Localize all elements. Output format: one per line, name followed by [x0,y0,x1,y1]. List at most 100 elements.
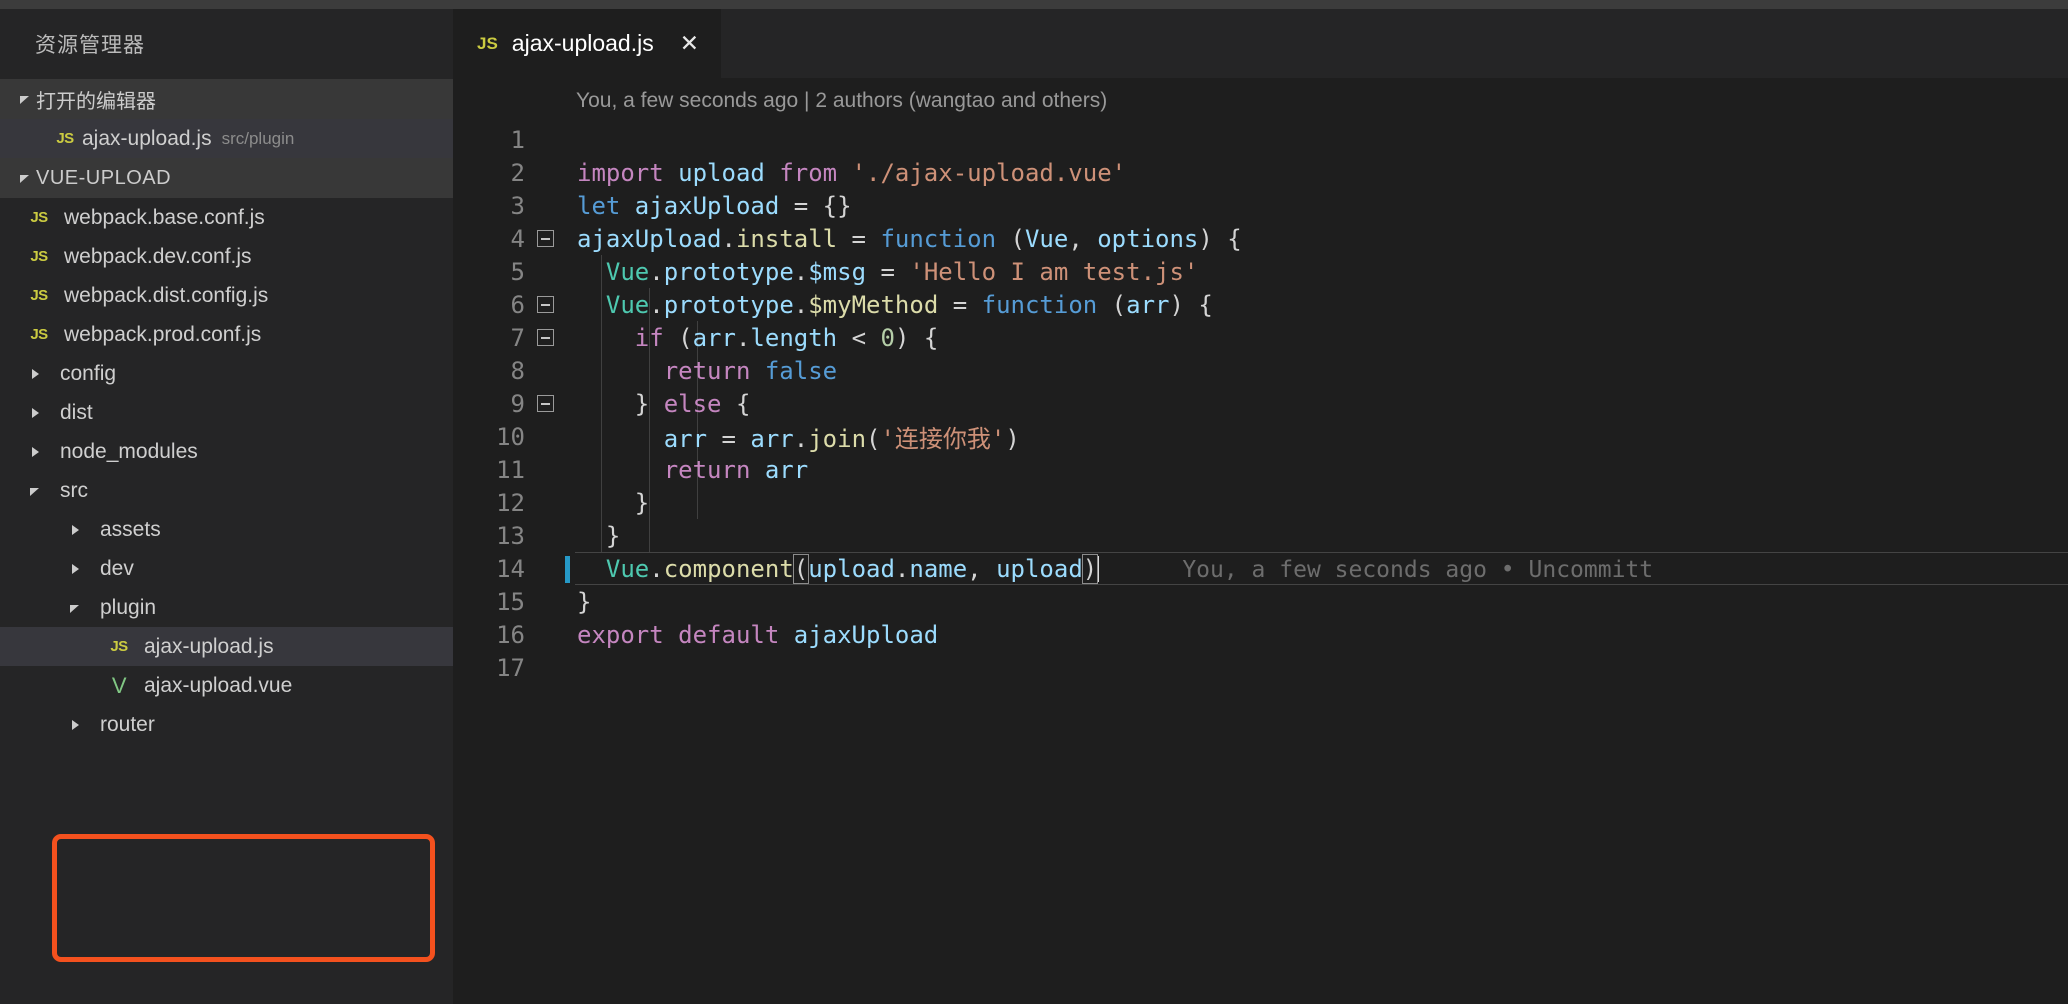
tree-folder-src[interactable]: src [0,471,453,510]
open-editor-item-ajax-upload-js[interactable]: JS ajax-upload.js src/plugin [0,119,453,158]
js-file-icon: JS [102,638,136,655]
token [577,258,606,286]
js-file-icon: JS [22,326,56,343]
code-text: let ajaxUpload = {} [565,192,852,220]
fold-collapse-icon[interactable] [537,329,554,346]
code-line-3[interactable]: 3let ajaxUpload = {} [453,189,2068,222]
token: Vue [606,291,649,319]
code-line-10[interactable]: 10 arr = arr.join('连接你我') [453,420,2068,453]
fold-column[interactable] [525,230,565,247]
line-number: 6 [453,291,525,319]
tree-item-label: ajax-upload.js [144,635,274,659]
line-number: 10 [453,423,525,451]
code-line-12[interactable]: 12 } [453,486,2068,519]
code-line-1[interactable]: 1 [453,123,2068,156]
code-line-13[interactable]: 13 } [453,519,2068,552]
code-line-15[interactable]: 15} [453,585,2068,618]
chevron-down-icon[interactable] [22,484,48,498]
token: arr [750,425,793,453]
fold-collapse-icon[interactable] [537,296,554,313]
code-line-8[interactable]: 8 return false [453,354,2068,387]
code-text: import upload from './ajax-upload.vue' [565,159,1126,187]
section-workspace-root[interactable]: VUE-UPLOAD [0,158,453,198]
chevron-right-icon[interactable] [62,523,88,537]
token: default [678,621,794,649]
code-line-6[interactable]: 6 Vue.prototype.$myMethod = function (ar… [453,288,2068,321]
tree-folder-config[interactable]: config [0,354,453,393]
code-line-2[interactable]: 2import upload from './ajax-upload.vue' [453,156,2068,189]
js-file-icon: JS [22,248,56,265]
tree-file-webpack-base-conf-js[interactable]: JSwebpack.base.conf.js [0,198,453,237]
tree-folder-node_modules[interactable]: node_modules [0,432,453,471]
js-file-icon: JS [22,209,56,226]
chevron-right-icon[interactable] [22,367,48,381]
fold-collapse-icon[interactable] [537,395,554,412]
tree-folder-dist[interactable]: dist [0,393,453,432]
chevron-right-icon[interactable] [62,718,88,732]
tree-file-ajax-upload-js[interactable]: JS ajax-upload.js [0,627,453,666]
token: = [794,192,823,220]
tree-item-label: router [100,713,155,737]
token: . [722,225,736,253]
fold-column[interactable] [525,329,565,346]
tree-folder-dev[interactable]: dev [0,549,453,588]
explorer-title: 资源管理器 [0,9,453,79]
token: arr [664,425,722,453]
section-open-editors[interactable]: 打开的编辑器 [0,79,453,119]
code-line-9[interactable]: 9 } else { [453,387,2068,420]
token: , [967,555,996,583]
code-text: if (arr.length < 0) { [565,324,938,352]
line-number: 9 [453,390,525,418]
code-line-11[interactable]: 11 return arr [453,453,2068,486]
tree-file-ajax-upload-vue[interactable]: Vajax-upload.vue [0,666,453,705]
tree-file-webpack-dev-conf-js[interactable]: JSwebpack.dev.conf.js [0,237,453,276]
tab-ajax-upload-js[interactable]: JS ajax-upload.js ✕ [453,9,721,78]
tree-folder-assets[interactable]: assets [0,510,453,549]
chevron-right-icon[interactable] [62,562,88,576]
code-line-16[interactable]: 16export default ajaxUpload [453,618,2068,651]
token: join [808,425,866,453]
inline-blame-annotation: You, a few seconds ago • Uncommitt [1099,557,1653,583]
close-icon[interactable]: ✕ [680,32,699,55]
tree-item-label: webpack.dist.config.js [64,284,268,308]
workspace-name: VUE-UPLOAD [36,167,171,190]
fold-column[interactable] [525,395,565,412]
token: import [577,159,678,187]
token: ( [794,555,808,583]
token: length [750,324,851,352]
code-line-14[interactable]: 14 Vue.component(upload.name, upload) Yo… [453,552,2068,585]
code-text: return arr [565,456,808,484]
code-line-5[interactable]: 5 Vue.prototype.$msg = 'Hello I am test.… [453,255,2068,288]
tree-file-webpack-dist-config-js[interactable]: JSwebpack.dist.config.js [0,276,453,315]
token: ) { [1169,291,1212,319]
fold-collapse-icon[interactable] [537,230,554,247]
token: function [880,225,1010,253]
line-number: 13 [453,522,525,550]
chevron-right-icon[interactable] [22,406,48,420]
chevron-down-icon[interactable] [62,601,88,615]
tree-folder-router[interactable]: router [0,705,453,744]
fold-column[interactable] [525,296,565,313]
tree-item-label: config [60,362,116,386]
header-blame-text: You, a few seconds ago | 2 authors (wang… [576,89,1107,113]
token: arr [765,456,808,484]
token: name [909,555,967,583]
token [577,555,606,583]
tree-item-label: node_modules [60,440,198,464]
token: ( [866,425,880,453]
tree-file-webpack-prod-conf-js[interactable]: JS webpack.prod.conf.js [0,315,453,354]
code-text: Vue.prototype.$myMethod = function (arr)… [565,291,1213,319]
line-number: 8 [453,357,525,385]
code-line-7[interactable]: 7 if (arr.length < 0) { [453,321,2068,354]
tree-folder-plugin[interactable]: plugin [0,588,453,627]
tree-item-label: src [60,479,88,503]
chevron-right-icon[interactable] [22,445,48,459]
token: component [664,555,794,583]
open-editor-filename: ajax-upload.js [82,127,212,151]
code-editor[interactable]: 12import upload from './ajax-upload.vue'… [453,123,2068,1004]
code-line-17[interactable]: 17 [453,651,2068,684]
tree-item-label: webpack.prod.conf.js [64,323,261,347]
editor-header-blame: You, a few seconds ago | 2 authors (wang… [453,78,2068,123]
code-line-4[interactable]: 4ajaxUpload.install = function (Vue, opt… [453,222,2068,255]
token: Vue [606,555,649,583]
